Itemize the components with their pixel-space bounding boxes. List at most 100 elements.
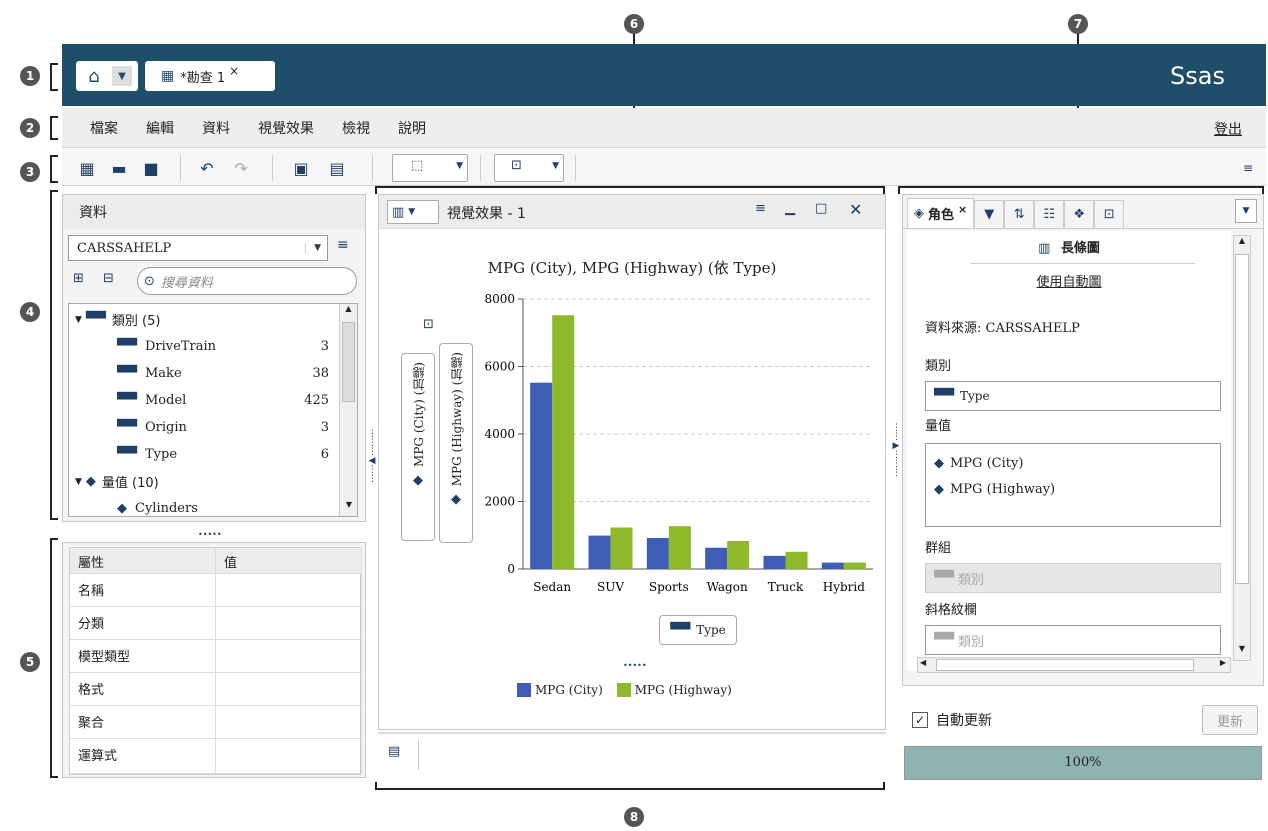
prop-row-value[interactable] (216, 640, 362, 673)
tabs-more-dropdown[interactable]: ▼ (1235, 199, 1257, 223)
search-input[interactable]: ⊙ 搜尋資料 (137, 267, 357, 295)
prop-row-value[interactable] (216, 739, 362, 774)
maximize-view-icon[interactable]: ▣ (290, 156, 312, 180)
legend-more-handle[interactable]: ••••• (623, 661, 647, 670)
collapse-right-handle[interactable]: ⋮ ⋮ ▶ ⋮ ⋮ ⋮ (892, 424, 901, 544)
tree-item[interactable]: ▀▀ Model 425 (69, 387, 357, 414)
layers-icon[interactable]: ▤ (388, 744, 400, 759)
collapse-all-icon[interactable]: ⊟ (103, 271, 114, 286)
menu-visualization[interactable]: 視覺效果 (258, 118, 314, 138)
tab-properties[interactable]: ☷ (1034, 200, 1065, 228)
open-folder-icon[interactable]: ▬ (108, 156, 130, 180)
scroll-right-icon[interactable]: ▶ (1220, 658, 1226, 667)
save-icon[interactable]: ■ (140, 156, 162, 180)
auto-update-checkbox[interactable]: ✓ (912, 712, 928, 728)
group-role-field[interactable]: ▀▀ 類別 (925, 563, 1221, 593)
menu-file[interactable]: 檔案 (90, 118, 118, 138)
select-tool-dropdown[interactable]: ⬚ ▼ (392, 154, 468, 182)
new-exploration-icon[interactable]: ▦ (76, 156, 98, 180)
lattice-role-field[interactable]: ▀▀ 類別 (925, 625, 1221, 655)
maximize-icon[interactable]: □ (815, 201, 827, 216)
lock-icon[interactable]: ⊡ (423, 317, 434, 332)
tree-item[interactable]: ▀▀ Type 6 (69, 441, 357, 468)
scroll-up-icon[interactable]: ▲ (340, 304, 357, 320)
chevron-down-icon[interactable]: ▼ (408, 207, 415, 217)
roles-vscrollbar[interactable]: ▲ ▼ (1233, 235, 1251, 661)
viz-options-icon[interactable]: ≡ (755, 201, 766, 216)
roles-hscrollbar[interactable]: ◀ ▶ (917, 657, 1231, 673)
tab-filters[interactable]: ▼ (974, 200, 1005, 228)
tab-close-icon[interactable]: × (958, 203, 967, 216)
x-axis-button[interactable]: ▀▀ Type (659, 615, 737, 645)
prop-row-value[interactable] (216, 607, 362, 640)
measure-role-field[interactable]: ◆ MPG (City) ◆ MPG (Highway) (925, 443, 1221, 527)
data-options-icon[interactable]: ≡ (337, 237, 349, 253)
prop-row-value[interactable] (216, 673, 362, 706)
menu-bar: 檔案 編輯 資料 視覺效果 檢視 說明 (62, 108, 1266, 148)
progress-label: 100% (1064, 755, 1102, 770)
collapse-left-handle[interactable]: ⋮ ⋮ ⋮ ◀ ⋮ ⋮ (368, 430, 377, 540)
y-axis-city-label: MPG (City) (加總) (411, 362, 426, 467)
scroll-down-icon[interactable]: ▼ (340, 500, 357, 516)
tab-close-icon[interactable]: × (229, 64, 239, 78)
overflow-menu-icon[interactable]: ≡ (1238, 156, 1258, 180)
undo-icon[interactable]: ↶ (196, 156, 218, 180)
tab-roles[interactable]: ◈ 角色 × (907, 198, 975, 228)
measure-role-item[interactable]: ◆ MPG (Highway) (934, 476, 1212, 502)
prop-row-label: 分類 (70, 607, 216, 640)
redo-icon[interactable]: ↷ (230, 156, 252, 180)
tree-item[interactable]: ▀▀ DriveTrain 3 (69, 333, 357, 360)
scroll-left-icon[interactable]: ◀ (920, 658, 926, 667)
tab-exploration[interactable]: ▦ *勘查 1 × (145, 61, 275, 91)
tree-item[interactable]: ▀▀ Make 38 (69, 360, 357, 387)
scroll-thumb[interactable] (1235, 254, 1249, 584)
chevron-down-icon[interactable]: ▼ (305, 243, 321, 253)
measure-icon: ◆ (451, 492, 461, 508)
y-axis-highway-button[interactable]: MPG (Highway) (加總) ◆ (439, 343, 473, 543)
menu-data[interactable]: 資料 (202, 118, 230, 138)
expand-all-icon[interactable]: ⊞ (73, 271, 84, 286)
tab-comments[interactable]: ❖ (1064, 200, 1095, 228)
close-icon[interactable]: ✕ (849, 200, 862, 219)
tree-group-label: 量值 (10) (101, 476, 159, 491)
home-button[interactable]: ⌂ ▼ (76, 61, 138, 91)
splitter-handle[interactable]: ••••• (198, 530, 222, 539)
chevron-down-icon[interactable]: ▼ (552, 161, 559, 171)
menu-edit[interactable]: 編輯 (146, 118, 174, 138)
tab-styles[interactable]: ⊡ (1094, 200, 1125, 228)
scroll-thumb[interactable] (342, 322, 355, 402)
home-icon[interactable]: ⌂ (76, 66, 112, 87)
category-role-field[interactable]: ▀▀ Type (925, 381, 1221, 411)
category-icon: ▀▀ (670, 622, 691, 638)
tree-scrollbar[interactable]: ▲ ▼ (339, 304, 357, 516)
toolbar-separator (272, 155, 273, 181)
prop-row-value[interactable] (216, 706, 362, 739)
bar-chart-icon: ▥ (392, 204, 405, 220)
chart-type-dropdown[interactable]: ▥ ▼ (387, 200, 439, 224)
scroll-thumb[interactable] (936, 659, 1194, 671)
use-auto-chart-link[interactable]: 使用自動圖 (907, 271, 1231, 290)
tab-ranks[interactable]: ⇅ (1004, 200, 1035, 228)
tree-group-category[interactable]: ▼ ▀▀ 類別 (5) (69, 306, 357, 333)
menu-help[interactable]: 說明 (398, 118, 426, 138)
scroll-down-icon[interactable]: ▼ (1234, 644, 1250, 660)
layers-icon[interactable]: ▤ (326, 156, 348, 180)
expand-icon[interactable]: ▼ (75, 477, 82, 487)
prop-row-value[interactable] (216, 574, 362, 607)
chevron-down-icon[interactable]: ▼ (456, 161, 463, 171)
minimize-icon[interactable]: ▁ (785, 201, 795, 216)
add-visualization-dropdown[interactable]: ⊡ ▼ (494, 154, 564, 182)
logout-link[interactable]: 登出 (1214, 119, 1242, 139)
scroll-up-icon[interactable]: ▲ (1234, 236, 1250, 252)
tree-item[interactable]: ▀▀ Origin 3 (69, 414, 357, 441)
data-source-select[interactable]: CARSSAHELP ▼ (68, 235, 328, 261)
expand-icon[interactable]: ▼ (75, 315, 82, 325)
tree-item[interactable]: ◆ Cylinders (69, 495, 357, 516)
home-dropdown-icon[interactable]: ▼ (112, 66, 132, 86)
menu-view[interactable]: 檢視 (342, 118, 370, 138)
y-axis-city-button[interactable]: MPG (City) (加總) ◆ (401, 353, 435, 541)
category-icon: ▀▀ (117, 339, 137, 354)
measure-role-item[interactable]: ◆ MPG (City) (934, 450, 1212, 476)
update-button[interactable]: 更新 (1202, 705, 1258, 735)
tree-group-measure[interactable]: ▼ ◆ 量值 (10) (69, 468, 357, 495)
